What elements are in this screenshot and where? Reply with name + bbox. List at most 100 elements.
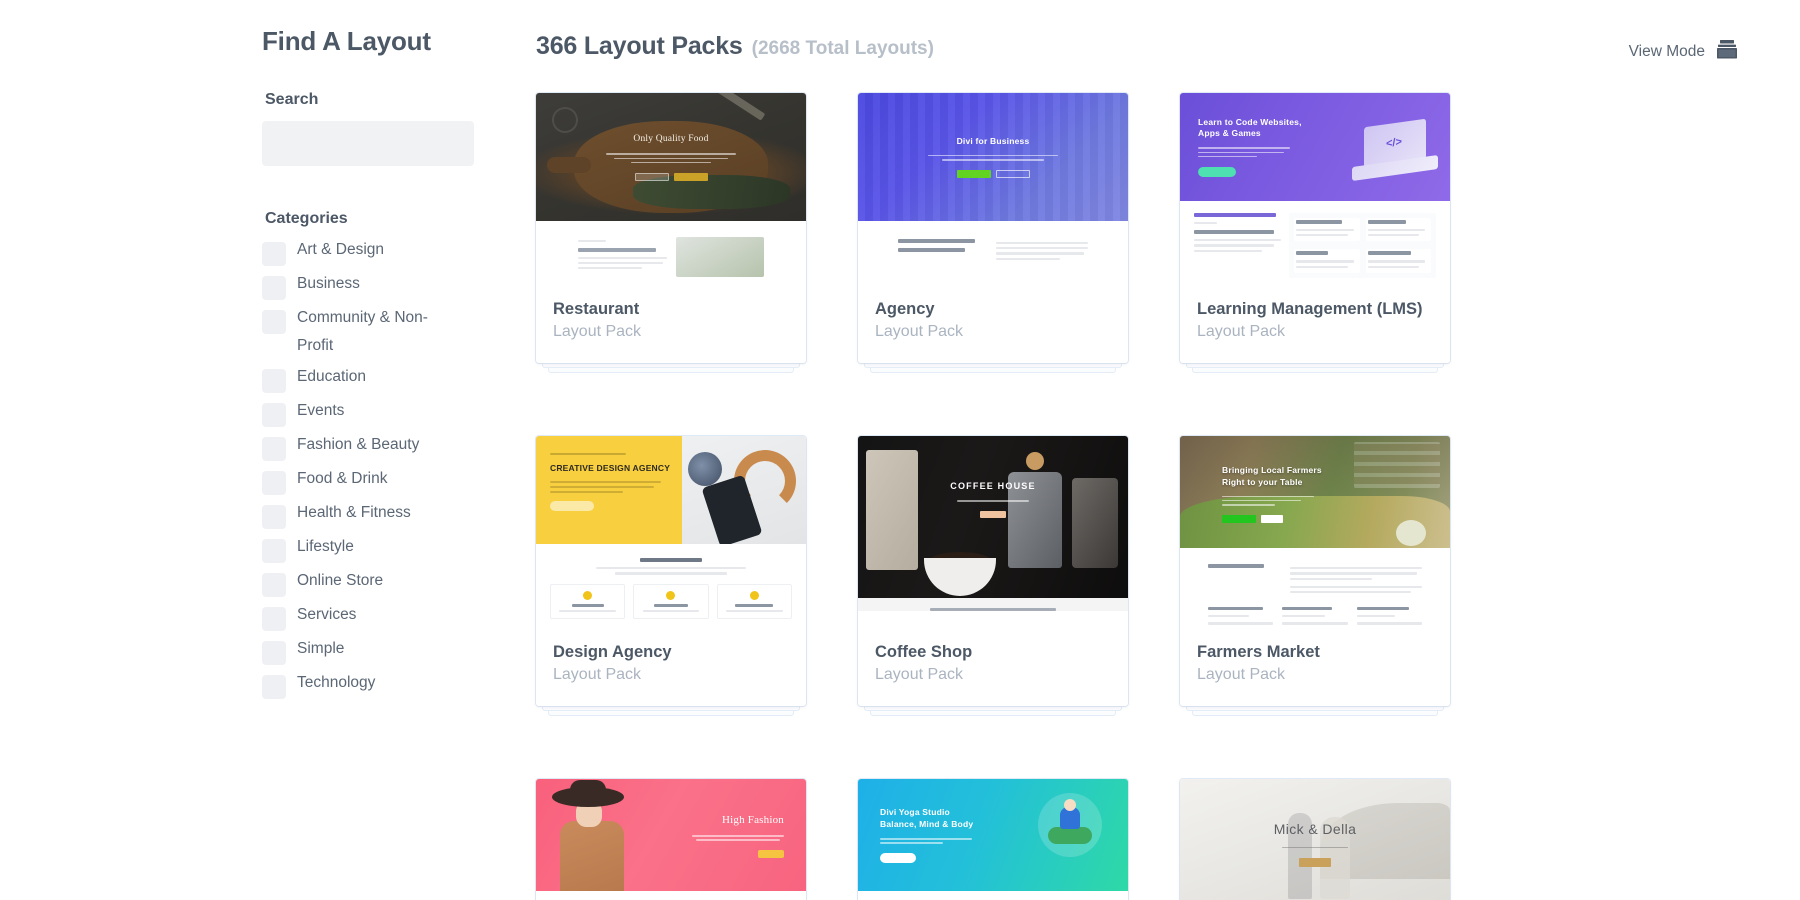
preview-body <box>536 544 806 619</box>
checkbox-icon[interactable] <box>262 471 286 496</box>
category-item-services[interactable]: Services <box>262 606 477 632</box>
card-preview: Only Quality Food <box>536 93 806 285</box>
preview-hero: COFFEE HOUSE <box>858 436 1128 599</box>
layout-pack-card-wrap: Mick & Della <box>1180 779 1450 900</box>
preview-hero-buttons <box>980 511 1006 519</box>
preview-hero-heading: Bringing Local Farmers Right to your Tab… <box>1222 465 1322 487</box>
layout-pack-card-wrap: COFFEE HOUSE Coffee Shop Layout Pack <box>858 436 1128 717</box>
card-preview: CREATIVE DESIGN AGENCY <box>536 436 806 629</box>
sidebar: Find A Layout Search Categories Art & De… <box>262 26 477 708</box>
card-subtitle: Layout Pack <box>553 665 642 683</box>
checkbox-icon[interactable] <box>262 573 286 598</box>
preview-hero-content: Bringing Local Farmers Right to your Tab… <box>1180 436 1450 548</box>
checkbox-icon[interactable] <box>262 242 286 266</box>
card-preview: Divi for Business <box>858 93 1128 285</box>
category-label: Fashion & Beauty <box>297 436 420 454</box>
preview-body <box>536 221 806 277</box>
category-label: Simple <box>297 640 345 658</box>
preview-hero-text <box>947 497 1039 504</box>
layout-pack-card-wedding[interactable]: Mick & Della <box>1180 779 1450 900</box>
category-item-simple[interactable]: Simple <box>262 640 477 666</box>
category-item-community-non-profit[interactable]: Community & Non-Profit <box>262 309 477 359</box>
preview-hero-heading: COFFEE HOUSE <box>950 481 1036 492</box>
layout-pack-card-design-agency[interactable]: CREATIVE DESIGN AGENCY Design Agency Lay… <box>536 436 806 707</box>
preview-body-heading <box>1208 564 1265 569</box>
layout-pack-card-farmers-market[interactable]: Bringing Local Farmers Right to your Tab… <box>1180 436 1450 707</box>
category-item-technology[interactable]: Technology <box>262 674 477 700</box>
checkbox-icon[interactable] <box>262 675 286 700</box>
layout-pack-card-wrap: Divi Yoga Studio Balance, Mind & Body <box>858 779 1128 900</box>
preview-body-heading <box>898 239 975 243</box>
main-header: 366 Layout Packs (2668 Total Layouts) Vi… <box>536 32 1738 62</box>
checkbox-icon[interactable] <box>262 369 286 394</box>
checkbox-icon[interactable] <box>262 641 286 666</box>
layout-pack-card-yoga-studio[interactable]: Divi Yoga Studio Balance, Mind & Body <box>858 779 1128 900</box>
preview-hero: High Fashion <box>536 779 806 892</box>
preview-hero-buttons <box>1222 515 1283 524</box>
preview-hero-text <box>1198 145 1290 160</box>
category-item-health-fitness[interactable]: Health & Fitness <box>262 504 477 530</box>
layout-pack-card-high-fashion[interactable]: High Fashion <box>536 779 806 900</box>
layout-pack-card-lms[interactable]: </> Learn to Code Websites, Apps & Games <box>1180 93 1450 364</box>
card-title: Learning Management (LMS) <box>1197 300 1423 318</box>
checkbox-icon[interactable] <box>262 276 286 300</box>
card-preview: High Fashion <box>536 779 806 900</box>
category-item-fashion-beauty[interactable]: Fashion & Beauty <box>262 436 477 462</box>
preview-hero: Bringing Local Farmers Right to your Tab… <box>1180 436 1450 549</box>
preview-hero-text <box>1222 493 1314 508</box>
checkbox-icon[interactable] <box>262 403 286 428</box>
preview-hero-heading: Only Quality Food <box>633 134 709 145</box>
card-subtitle: Layout Pack <box>1197 322 1286 340</box>
card-title: Restaurant <box>553 300 640 318</box>
category-label: Education <box>297 368 366 386</box>
category-list: Art & Design Business Community & Non-Pr… <box>262 241 477 700</box>
category-item-art-design[interactable]: Art & Design <box>262 241 477 266</box>
category-item-business[interactable]: Business <box>262 275 477 300</box>
checkbox-icon[interactable] <box>262 437 286 462</box>
preview-body <box>858 221 1128 263</box>
category-label: Events <box>297 402 345 420</box>
layout-pack-card-restaurant[interactable]: Only Quality Food Restaurant Layout Pack <box>536 93 806 364</box>
category-item-lifestyle[interactable]: Lifestyle <box>262 538 477 564</box>
preview-body <box>858 891 1128 900</box>
preview-hero-text <box>928 152 1058 163</box>
preview-hero: Divi for Business <box>858 93 1128 221</box>
view-mode-toggle[interactable]: View Mode <box>1629 40 1738 64</box>
preview-body-heading <box>1194 213 1276 217</box>
category-item-events[interactable]: Events <box>262 402 477 428</box>
preview-hero-content: Mick & Della <box>1180 779 1450 900</box>
category-item-food-drink[interactable]: Food & Drink <box>262 470 477 496</box>
category-label: Lifestyle <box>297 538 354 556</box>
category-label: Food & Drink <box>297 470 388 488</box>
preview-hero-buttons <box>634 172 708 181</box>
card-title: Agency <box>875 300 935 318</box>
checkbox-icon[interactable] <box>262 539 286 564</box>
category-item-education[interactable]: Education <box>262 368 477 394</box>
preview-hero-text <box>692 832 784 843</box>
preview-hero-heading: CREATIVE DESIGN AGENCY <box>550 462 671 473</box>
stacked-cards-icon[interactable] <box>1716 40 1738 64</box>
categories-label: Categories <box>265 210 348 227</box>
layout-pack-grid: Only Quality Food Restaurant Layout Pack… <box>536 93 1454 900</box>
search-input[interactable] <box>262 121 474 166</box>
checkbox-icon[interactable] <box>262 505 286 530</box>
layout-pack-card-coffee-shop[interactable]: COFFEE HOUSE Coffee Shop Layout Pack <box>858 436 1128 707</box>
preview-hero-buttons <box>880 853 916 864</box>
preview-hero-text <box>880 835 972 846</box>
checkbox-icon[interactable] <box>262 310 286 334</box>
preview-hero: </> Learn to Code Websites, Apps & Games <box>1180 93 1450 201</box>
preview-hero-content: Only Quality Food <box>536 93 806 221</box>
preview-body-heading <box>578 247 656 252</box>
layout-pack-card-wrap: </> Learn to Code Websites, Apps & Games <box>1180 93 1450 374</box>
page-title: Find A Layout <box>262 26 431 56</box>
preview-hero-buttons <box>1198 167 1236 178</box>
preview-hero-text <box>1269 844 1361 851</box>
checkbox-icon[interactable] <box>262 607 286 632</box>
preview-hero-buttons <box>1299 857 1331 867</box>
layout-pack-card-agency[interactable]: Divi for Business Agency Layout Pack <box>858 93 1128 364</box>
preview-hero-heading: Learn to Code Websites, Apps & Games <box>1198 116 1302 139</box>
category-label: Online Store <box>297 572 384 590</box>
category-item-online-store[interactable]: Online Store <box>262 572 477 598</box>
card-preview: Bringing Local Farmers Right to your Tab… <box>1180 436 1450 629</box>
preview-hero-heading: Divi Yoga Studio Balance, Mind & Body <box>880 807 974 829</box>
